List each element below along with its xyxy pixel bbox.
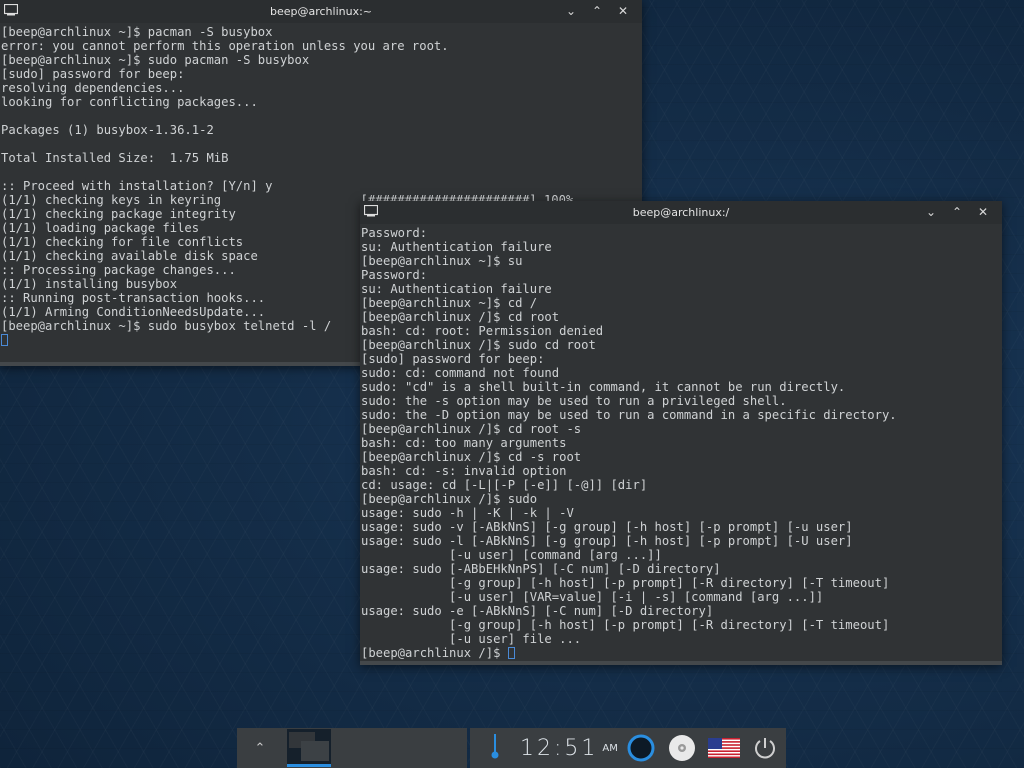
maximize-button[interactable]: ⌃ <box>944 201 970 224</box>
close-button[interactable]: ✕ <box>970 201 996 224</box>
terminal-output[interactable]: Password: su: Authentication failure [beep… <box>360 224 1002 665</box>
terminal-line: error: you cannot perform this operation… <box>1 39 449 53</box>
us-flag-keyboard-icon[interactable] <box>707 738 740 758</box>
network-icon[interactable] <box>626 733 656 763</box>
terminal-line: cd: usage: cd [-L|[-P [-e]] [-@]] [dir] <box>361 478 648 492</box>
terminal-line: [beep@archlinux ~]$ cd / <box>361 296 538 310</box>
text-cursor <box>507 647 515 659</box>
taskbar-right-panel: 12:51 AM <box>470 728 786 768</box>
workspace-thumbnail[interactable] <box>287 729 331 767</box>
text-cursor <box>1 334 8 346</box>
terminal-line: sudo: the -D option may be used to run a… <box>361 408 897 422</box>
show-desktop-button[interactable]: ⌃ <box>237 741 283 756</box>
terminal-line: usage: sudo -v [-ABkNnS] [-g group] [-h … <box>361 520 853 534</box>
terminal-line: [-u user] file ... <box>361 632 582 646</box>
terminal-line: looking for conflicting packages... <box>1 95 258 109</box>
terminal-line: [beep@archlinux ~]$ su <box>361 254 523 268</box>
terminal-line: sudo: cd: command not found <box>361 366 560 380</box>
volume-icon[interactable] <box>470 732 520 764</box>
terminal-line: su: Authentication failure <box>361 282 552 296</box>
terminal-line: Packages (1) busybox-1.36.1-2 <box>1 123 214 137</box>
terminal-prompt-line[interactable]: [beep@archlinux /]$ <box>361 646 1002 660</box>
close-button[interactable]: ✕ <box>610 0 636 23</box>
titlebar[interactable]: beep@archlinux:/ ⌄ ⌃ ✕ <box>360 201 1002 224</box>
terminal-line: [sudo] password for beep: <box>1 67 185 81</box>
terminal-line: bash: cd: too many arguments <box>361 436 567 450</box>
terminal-line: usage: sudo -h | -K | -k | -V <box>361 506 574 520</box>
terminal-line: [-u user] [command [arg ...]] <box>361 548 662 562</box>
terminal-line: sudo: the -s option may be used to run a… <box>361 394 787 408</box>
terminal-line: Password: <box>361 226 428 240</box>
terminal-line: [beep@archlinux ~]$ sudo pacman -S busyb… <box>1 53 310 67</box>
terminal-line: [-u user] [VAR=value] [-i | -s] [command… <box>361 590 824 604</box>
terminal-line: [beep@archlinux ~]$ pacman -S busybox <box>1 25 273 39</box>
terminal-line: su: Authentication failure <box>361 240 552 254</box>
terminal-line: [beep@archlinux /]$ cd root <box>361 310 560 324</box>
window-bottom-border <box>360 661 1002 665</box>
minimize-button[interactable]: ⌄ <box>918 201 944 224</box>
terminal-line: Password: <box>361 268 428 282</box>
terminal-line: [beep@archlinux /]$ cd -s root <box>361 450 582 464</box>
minimize-button[interactable]: ⌄ <box>558 0 584 23</box>
terminal-line: bash: cd: root: Permission denied <box>361 324 604 338</box>
terminal-line: Total Installed Size: 1.75 MiB <box>1 151 229 165</box>
maximize-button[interactable]: ⌃ <box>584 0 610 23</box>
terminal-line: usage: sudo -l [-ABkNnS] [-g group] [-h … <box>361 534 853 548</box>
power-icon[interactable] <box>752 735 778 761</box>
terminal-line: usage: sudo -e [-ABkNnS] [-C num] [-D di… <box>361 604 714 618</box>
terminal-line: [beep@archlinux /]$ cd root -s <box>361 422 582 436</box>
taskbar-left-panel: ⌃ <box>237 728 467 768</box>
window-title: beep@archlinux:/ <box>632 206 730 219</box>
terminal-line: usage: sudo [-ABbEHkNnPS] [-C num] [-D d… <box>361 562 721 576</box>
terminal-line: [beep@archlinux /]$ sudo <box>361 492 538 506</box>
terminal-line: sudo: "cd" is a shell built-in command, … <box>361 380 846 394</box>
terminal-window-root[interactable]: beep@archlinux:/ ⌄ ⌃ ✕ Password: su: Auth… <box>360 201 1002 665</box>
clock-ampm: AM <box>602 742 618 754</box>
prompt-text: [beep@archlinux /]$ <box>361 646 508 660</box>
titlebar[interactable]: beep@archlinux:~ ⌄ ⌃ ✕ <box>0 0 642 23</box>
clock[interactable]: 12:51 <box>520 736 598 761</box>
window-title: beep@archlinux:~ <box>269 5 373 18</box>
terminal-line: [-g group] [-h host] [-p prompt] [-R dir… <box>361 618 890 632</box>
terminal-line: [-g group] [-h host] [-p prompt] [-R dir… <box>361 576 890 590</box>
disc-icon[interactable] <box>668 734 696 762</box>
terminal-line: resolving dependencies... <box>1 81 185 95</box>
terminal-line: [sudo] password for beep: <box>361 352 545 366</box>
terminal-line: bash: cd: -s: invalid option <box>361 464 567 478</box>
terminal-line: [beep@archlinux /]$ sudo cd root <box>361 338 596 352</box>
terminal-line: :: Proceed with installation? [Y/n] y <box>1 179 273 193</box>
